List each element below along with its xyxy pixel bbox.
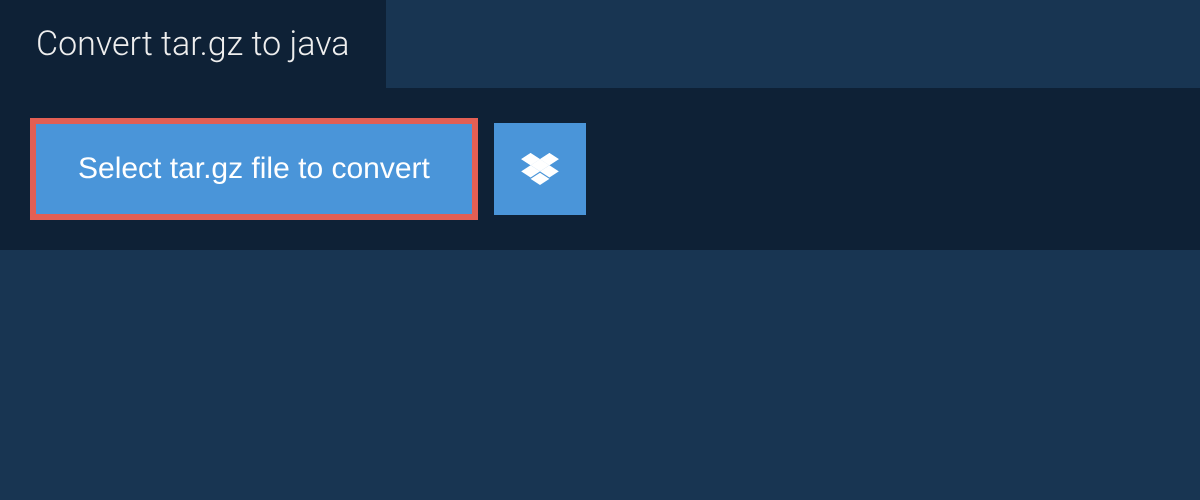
dropbox-icon: [521, 153, 559, 185]
dropbox-button[interactable]: [494, 123, 586, 215]
select-file-button[interactable]: Select tar.gz file to convert: [36, 124, 472, 214]
upload-panel: Select tar.gz file to convert: [0, 88, 1200, 250]
tab-convert[interactable]: Convert tar.gz to java: [0, 0, 386, 88]
select-button-highlight: Select tar.gz file to convert: [30, 118, 478, 220]
